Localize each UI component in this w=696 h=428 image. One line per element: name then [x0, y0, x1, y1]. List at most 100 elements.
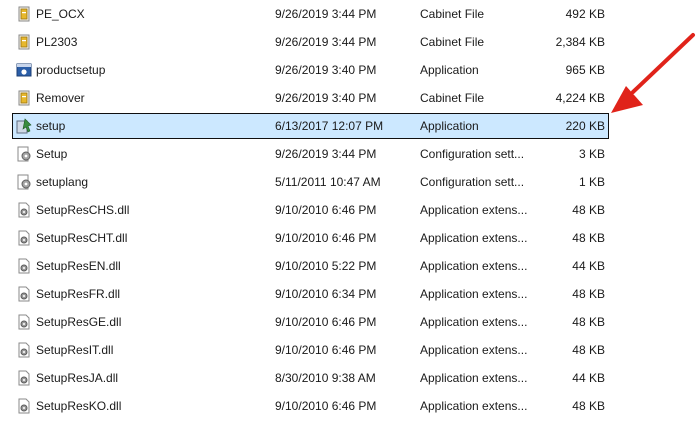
file-size: 48 KB: [572, 231, 605, 245]
file-icon-cell: [16, 310, 34, 334]
file-date-modified: 9/10/2010 6:46 PM: [275, 203, 377, 217]
file-row[interactable]: SetupResIT.dll 9/10/2010 6:46 PM Applicati…: [12, 337, 609, 363]
file-size: 48 KB: [572, 343, 605, 357]
setup-application-icon: [16, 118, 32, 134]
dll-file-icon: [18, 202, 30, 218]
file-size: 3 KB: [578, 147, 605, 161]
file-row[interactable]: SetupResEN.dll 9/10/2010 5:22 PM Applicati…: [12, 253, 609, 279]
file-icon-cell: [16, 30, 34, 54]
dll-file-icon: [18, 342, 30, 358]
file-name: SetupResEN.dll: [36, 259, 121, 273]
file-name: SetupResIT.dll: [36, 343, 114, 357]
file-icon-cell: [16, 114, 34, 138]
file-date-modified: 5/11/2011 10:47 AM: [275, 175, 381, 189]
file-row[interactable]: SetupResGE.dll 9/10/2010 6:46 PM Applicati…: [12, 309, 609, 335]
file-type: Configuration sett...: [420, 147, 525, 161]
dll-file-icon: [18, 286, 30, 302]
file-name: SetupResCHS.dll: [36, 203, 130, 217]
file-size: 492 KB: [565, 7, 605, 21]
file-icon-cell: [16, 394, 34, 418]
file-name: Remover: [36, 91, 85, 105]
file-size: 4,224 KB: [555, 91, 605, 105]
file-name: SetupResJA.dll: [36, 371, 119, 385]
file-row[interactable]: Setup 9/26/2019 3:44 PM Configuration sett…: [12, 141, 609, 167]
file-row[interactable]: SetupResKO.dll 9/10/2010 6:46 PM Applicati…: [12, 393, 609, 419]
file-type: Application extens...: [420, 287, 528, 301]
file-type: Application: [420, 119, 479, 133]
file-row[interactable]: PL2303 9/26/2019 3:44 PM Cabinet File 2,384…: [12, 29, 609, 55]
file-type: Application extens...: [420, 203, 528, 217]
dll-file-icon: [18, 258, 30, 274]
dll-file-icon: [18, 398, 30, 414]
configuration-settings-icon: [17, 174, 31, 190]
file-icon-cell: [16, 366, 34, 390]
arrow-shaft: [631, 33, 695, 94]
file-type: Application extens...: [420, 343, 528, 357]
file-date-modified: 9/10/2010 6:34 PM: [275, 287, 377, 301]
file-row[interactable]: setup 6/13/2017 12:07 PM Application 220 KB: [12, 113, 609, 139]
file-row[interactable]: productsetup 9/26/2019 3:40 PM Application…: [12, 57, 609, 83]
file-icon-cell: [16, 226, 34, 250]
file-row[interactable]: SetupResCHS.dll 9/10/2010 6:46 PM Applicat…: [12, 197, 609, 223]
file-size: 2,384 KB: [555, 35, 605, 49]
file-name: SetupResKO.dll: [36, 399, 122, 413]
file-row[interactable]: SetupResJA.dll 8/30/2010 9:38 AM Applicati…: [12, 365, 609, 391]
file-name: setuplang: [36, 175, 89, 189]
file-name: productsetup: [36, 63, 106, 77]
dll-file-icon: [18, 370, 30, 386]
file-icon-cell: [16, 86, 34, 110]
arrow-head: [611, 86, 643, 113]
configuration-settings-icon: [17, 146, 31, 162]
file-size: 44 KB: [572, 371, 605, 385]
file-date-modified: 9/10/2010 6:46 PM: [275, 343, 377, 357]
file-date-modified: 9/10/2010 6:46 PM: [275, 231, 377, 245]
file-date-modified: 9/26/2019 3:44 PM: [275, 7, 377, 21]
file-type: Cabinet File: [420, 7, 485, 21]
file-row[interactable]: SetupResCHT.dll 9/10/2010 6:46 PM Applicat…: [12, 225, 609, 251]
file-date-modified: 9/10/2010 6:46 PM: [275, 315, 377, 329]
file-row[interactable]: setuplang 5/11/2011 10:47 AM Configuration…: [12, 169, 609, 195]
file-row[interactable]: Remover 9/26/2019 3:40 PM Cabinet File 4,22…: [12, 85, 609, 111]
file-name: PE_OCX: [36, 7, 85, 21]
file-name: SetupResFR.dll: [36, 287, 121, 301]
file-list[interactable]: PE_OCX 9/26/2019 3:44 PM Cabinet File 492 K…: [0, 0, 696, 428]
file-size: 48 KB: [572, 315, 605, 329]
file-icon-cell: [16, 58, 34, 82]
file-row[interactable]: SetupResFR.dll 9/10/2010 6:34 PM Applicati…: [12, 281, 609, 307]
file-date-modified: 9/10/2010 5:22 PM: [275, 259, 377, 273]
file-icon-cell: [16, 198, 34, 222]
file-name: SetupResGE.dll: [36, 315, 122, 329]
file-date-modified: 6/13/2017 12:07 PM: [275, 119, 384, 133]
dll-file-icon: [18, 314, 30, 330]
file-size: 48 KB: [572, 203, 605, 217]
file-name: SetupResCHT.dll: [36, 231, 128, 245]
application-icon: [16, 63, 32, 77]
file-type: Cabinet File: [420, 91, 485, 105]
file-type: Configuration sett...: [420, 175, 525, 189]
file-icon-cell: [16, 338, 34, 362]
file-type: Application extens...: [420, 371, 528, 385]
file-icon-cell: [16, 2, 34, 26]
file-name: setup: [36, 119, 66, 133]
file-date-modified: 9/26/2019 3:44 PM: [275, 147, 377, 161]
file-type: Application extens...: [420, 259, 528, 273]
file-icon-cell: [16, 142, 34, 166]
file-type: Application extens...: [420, 315, 528, 329]
file-size: 48 KB: [572, 287, 605, 301]
file-type: Application extens...: [420, 399, 528, 413]
red-arrow-annotation: [611, 33, 695, 113]
file-size: 44 KB: [572, 259, 605, 273]
file-date-modified: 9/10/2010 6:46 PM: [275, 399, 377, 413]
file-size: 965 KB: [565, 63, 605, 77]
file-size: 48 KB: [572, 399, 605, 413]
cabinet-file-icon: [18, 34, 30, 50]
file-row[interactable]: PE_OCX 9/26/2019 3:44 PM Cabinet File 492 K…: [12, 1, 609, 27]
file-date-modified: 8/30/2010 9:38 AM: [275, 371, 376, 385]
file-date-modified: 9/26/2019 3:40 PM: [275, 91, 377, 105]
dll-file-icon: [18, 230, 30, 246]
file-size: 220 KB: [565, 119, 605, 133]
cabinet-file-icon: [18, 6, 30, 22]
file-date-modified: 9/26/2019 3:40 PM: [275, 63, 377, 77]
file-size: 1 KB: [578, 175, 605, 189]
file-date-modified: 9/26/2019 3:44 PM: [275, 35, 377, 49]
